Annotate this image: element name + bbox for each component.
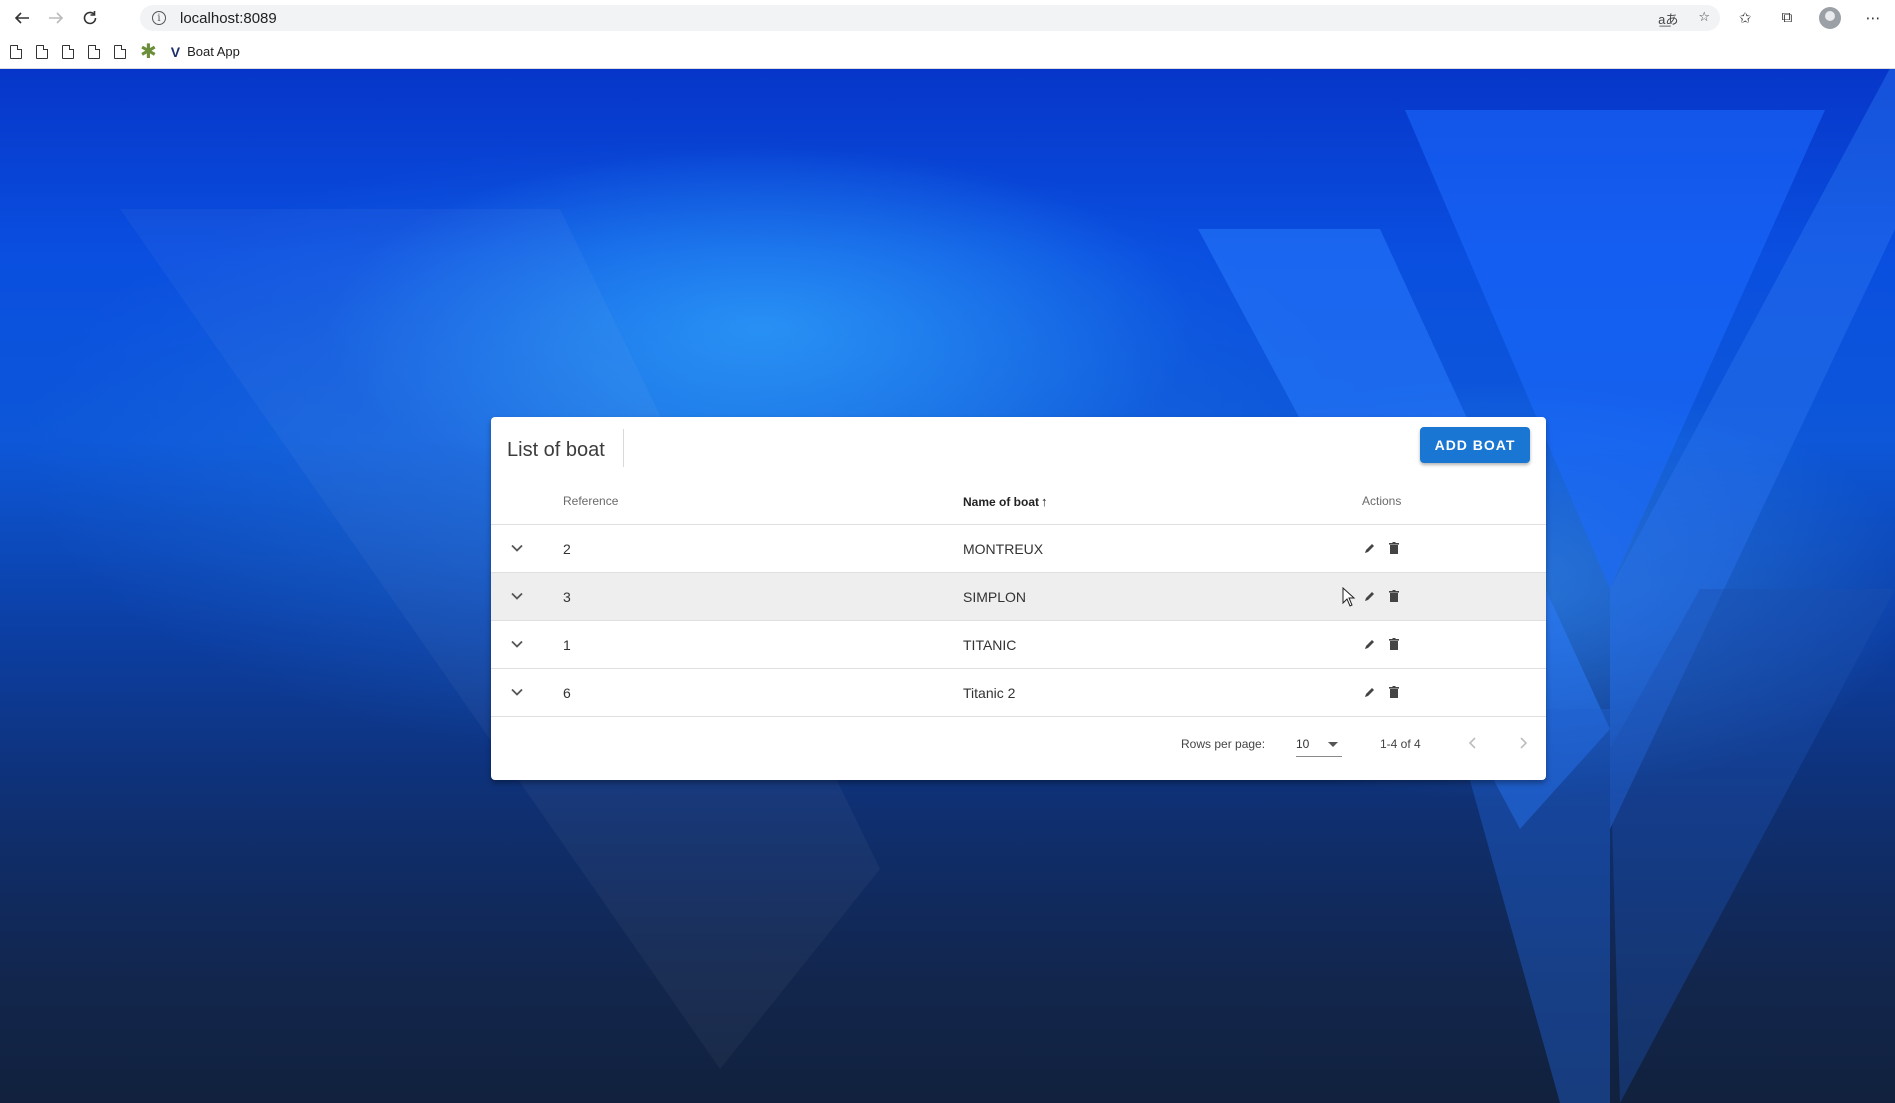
forward-arrow-icon xyxy=(49,11,64,24)
vuetify-logo-icon: V xyxy=(170,43,181,60)
dropdown-caret-icon xyxy=(1328,742,1338,747)
sort-ascending-icon: ↑ xyxy=(1041,494,1048,509)
previous-page-button[interactable] xyxy=(1461,731,1485,755)
rows-per-page-value: 10 xyxy=(1296,737,1310,751)
address-url[interactable]: localhost:8089 xyxy=(180,10,277,27)
collections-icon[interactable]: ⧉ xyxy=(1777,8,1797,28)
expand-chevron-icon[interactable] xyxy=(509,636,525,652)
forward-button[interactable] xyxy=(39,0,73,35)
cell-reference: 6 xyxy=(563,685,571,701)
favorites-icon[interactable]: ✩ xyxy=(1735,8,1755,28)
cell-reference: 2 xyxy=(563,541,571,557)
bookmark-boat-app[interactable]: V Boat App xyxy=(171,44,240,60)
site-info-icon[interactable]: i xyxy=(152,11,166,25)
add-boat-button[interactable]: ADD BOAT xyxy=(1420,427,1530,463)
edit-pencil-icon[interactable] xyxy=(1362,636,1378,652)
bookmark-page-icon[interactable] xyxy=(88,44,100,59)
bookmark-page-icon[interactable] xyxy=(36,44,48,59)
cell-reference: 1 xyxy=(563,637,571,653)
boat-list-card: List of boat ADD BOAT Reference Name of … xyxy=(491,417,1546,780)
delete-trash-icon[interactable] xyxy=(1386,588,1402,604)
delete-trash-icon[interactable] xyxy=(1386,540,1402,556)
table-header: Reference Name of boat ↑ Actions xyxy=(491,477,1546,525)
column-header-name-label: Name of boat xyxy=(963,495,1040,509)
rows-per-page-select[interactable]: 10 xyxy=(1296,731,1342,757)
more-menu-icon[interactable]: ⋯ xyxy=(1863,8,1883,28)
browser-toolbar: i localhost:8089 a͟あ ☆ ✩ ⧉ ⋯ xyxy=(0,0,1895,35)
expand-chevron-icon[interactable] xyxy=(509,684,525,700)
address-bar[interactable]: i localhost:8089 a͟あ ☆ xyxy=(140,5,1720,31)
back-arrow-icon xyxy=(14,11,29,24)
table-row[interactable]: 6 Titanic 2 xyxy=(491,669,1546,717)
bookmark-page-icon[interactable] xyxy=(10,44,22,59)
title-divider xyxy=(623,429,624,467)
next-page-button[interactable] xyxy=(1511,731,1535,755)
bookmark-asterisk-icon[interactable]: ✱ xyxy=(140,42,157,62)
table-footer: Rows per page: 10 1-4 of 4 xyxy=(491,717,1546,773)
read-aloud-icon[interactable]: a͟あ xyxy=(1658,9,1678,28)
bookmark-page-icon[interactable] xyxy=(114,44,126,59)
table-row[interactable]: 3 SIMPLON xyxy=(491,573,1546,621)
add-favorite-icon[interactable]: ☆ xyxy=(1698,9,1710,28)
reload-button[interactable] xyxy=(73,0,107,35)
table-row[interactable]: 2 MONTREUX xyxy=(491,525,1546,573)
page-title: List of boat xyxy=(507,439,605,461)
back-button[interactable] xyxy=(5,0,39,35)
cell-name: TITANIC xyxy=(963,637,1017,653)
table-row[interactable]: 1 TITANIC xyxy=(491,621,1546,669)
bookmarks-bar: ✱ V Boat App xyxy=(0,35,1895,69)
edit-pencil-icon[interactable] xyxy=(1362,588,1378,604)
cell-name: MONTREUX xyxy=(963,541,1044,557)
delete-trash-icon[interactable] xyxy=(1386,636,1402,652)
mouse-cursor-icon xyxy=(1342,587,1356,607)
column-header-actions: Actions xyxy=(1362,494,1402,508)
edit-pencil-icon[interactable] xyxy=(1362,540,1378,556)
profile-avatar[interactable] xyxy=(1819,6,1841,29)
delete-trash-icon[interactable] xyxy=(1386,684,1402,700)
edit-pencil-icon[interactable] xyxy=(1362,684,1378,700)
rows-per-page-label: Rows per page: xyxy=(1181,737,1266,751)
cell-name: Titanic 2 xyxy=(963,685,1016,701)
chevron-right-icon xyxy=(1520,737,1528,749)
chevron-left-icon xyxy=(1468,737,1476,749)
bookmark-page-icon[interactable] xyxy=(62,44,74,59)
cell-name: SIMPLON xyxy=(963,589,1027,605)
column-header-reference[interactable]: Reference xyxy=(563,494,618,508)
pagination-range: 1-4 of 4 xyxy=(1380,737,1421,751)
expand-chevron-icon[interactable] xyxy=(509,540,525,556)
bookmark-label: Boat App xyxy=(187,44,240,59)
expand-chevron-icon[interactable] xyxy=(509,588,525,604)
column-header-name[interactable]: Name of boat ↑ xyxy=(963,494,1048,509)
reload-icon xyxy=(83,10,97,24)
cell-reference: 3 xyxy=(563,589,571,605)
